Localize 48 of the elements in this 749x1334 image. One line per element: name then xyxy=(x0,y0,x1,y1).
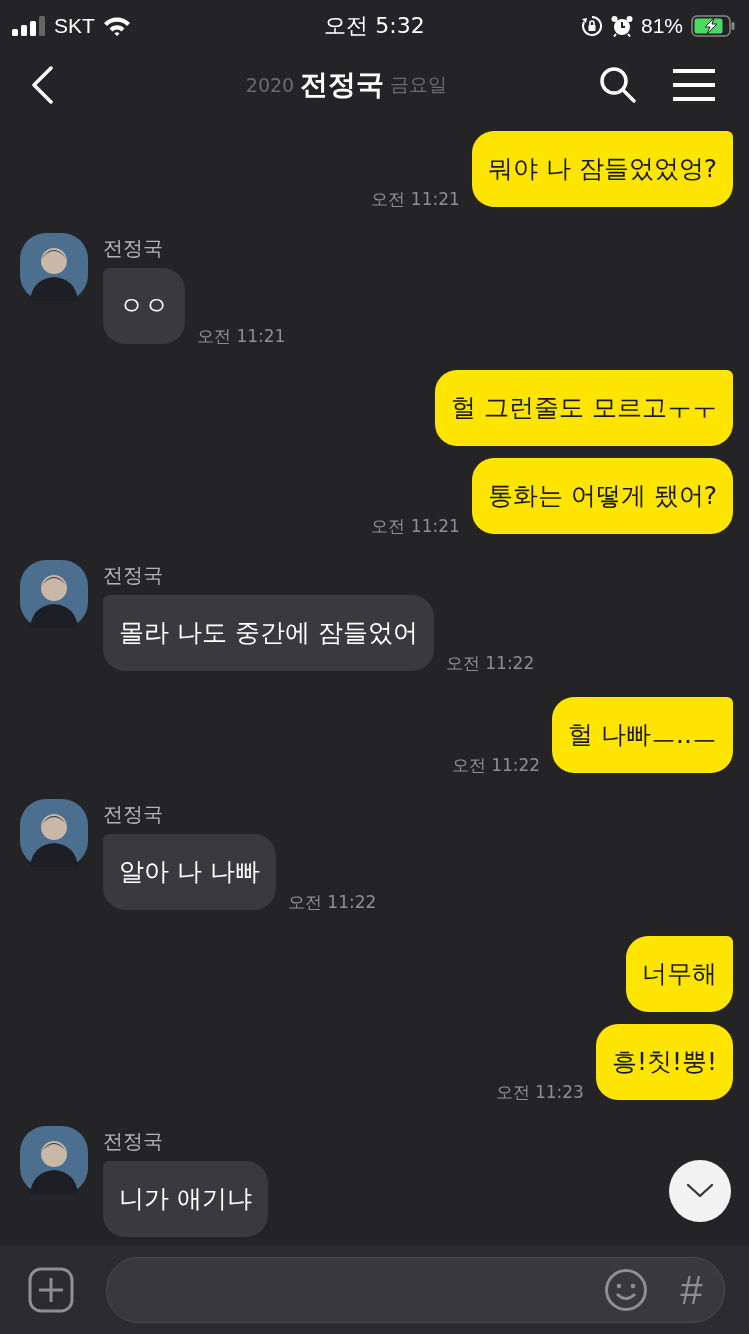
avatar xyxy=(20,560,88,628)
clock-time: 오전 5:32 xyxy=(324,12,425,40)
carrier-label: SKT xyxy=(54,14,95,38)
received-message-bubble: ㅇㅇ xyxy=(103,268,185,344)
message-time: 오전 11:22 xyxy=(445,652,535,675)
back-button[interactable] xyxy=(30,66,54,104)
message-time: 오전 11:21 xyxy=(371,515,460,538)
sent-message-bubble: 통화는 어떻게 됐어? xyxy=(471,458,733,534)
wifi-icon xyxy=(102,16,131,36)
sender-name: 전정국 xyxy=(103,562,164,589)
message-input-field[interactable]: # xyxy=(106,1257,725,1323)
battery-charging-icon xyxy=(691,15,735,37)
sent-message-bubble: 너무해 xyxy=(626,936,733,1012)
sender-name: 전정국 xyxy=(103,801,164,828)
message-time: 오전 11:23 xyxy=(495,1081,584,1104)
sent-message-bubble: 헐 그런줄도 모르고ㅜㅜ xyxy=(435,370,733,446)
message-time: 오전 11:22 xyxy=(287,891,377,914)
received-message-bubble: 니가 애기냐 xyxy=(103,1161,268,1237)
attach-button[interactable] xyxy=(28,1267,74,1313)
received-message-bubble: 알아 나 나빠 xyxy=(103,834,276,910)
menu-button[interactable] xyxy=(673,69,715,101)
chat-title: 전정국 xyxy=(300,67,385,103)
avatar xyxy=(20,799,88,867)
avatar xyxy=(20,233,88,301)
plus-icon xyxy=(28,1267,74,1313)
hashtag-button[interactable]: # xyxy=(679,1268,702,1312)
emoticon-button[interactable] xyxy=(603,1268,648,1312)
received-message-bubble: 몰라 나도 중간에 잠들었어 xyxy=(103,595,434,671)
sender-name: 전정국 xyxy=(103,235,164,262)
search-icon xyxy=(599,66,637,104)
date-banner-text: 금요일 xyxy=(390,72,448,97)
chevron-down-icon xyxy=(687,1184,713,1198)
avatar xyxy=(20,1126,88,1194)
sent-message-bubble: 흥!칫!뿡! xyxy=(595,1024,733,1100)
sent-message-bubble: 헐 나빠ㅡ..ㅡ xyxy=(552,697,733,773)
alarm-icon xyxy=(610,15,633,37)
message-time: 오전 11:22 xyxy=(451,754,541,777)
sent-message-bubble: 뭐야 나 잠들었었엉? xyxy=(471,131,733,207)
battery-percent: 81% xyxy=(640,14,683,38)
rotation-lock-icon xyxy=(580,15,603,37)
search-button[interactable] xyxy=(599,66,637,104)
message-time: 오전 11:21 xyxy=(371,188,460,211)
menu-icon xyxy=(673,69,715,101)
date-banner-text: 2020 xyxy=(245,74,295,96)
message-time: 오전 11:21 xyxy=(197,325,286,348)
signal-icon xyxy=(12,16,46,36)
smiley-icon xyxy=(603,1268,648,1312)
sender-name: 전정국 xyxy=(103,1128,164,1155)
